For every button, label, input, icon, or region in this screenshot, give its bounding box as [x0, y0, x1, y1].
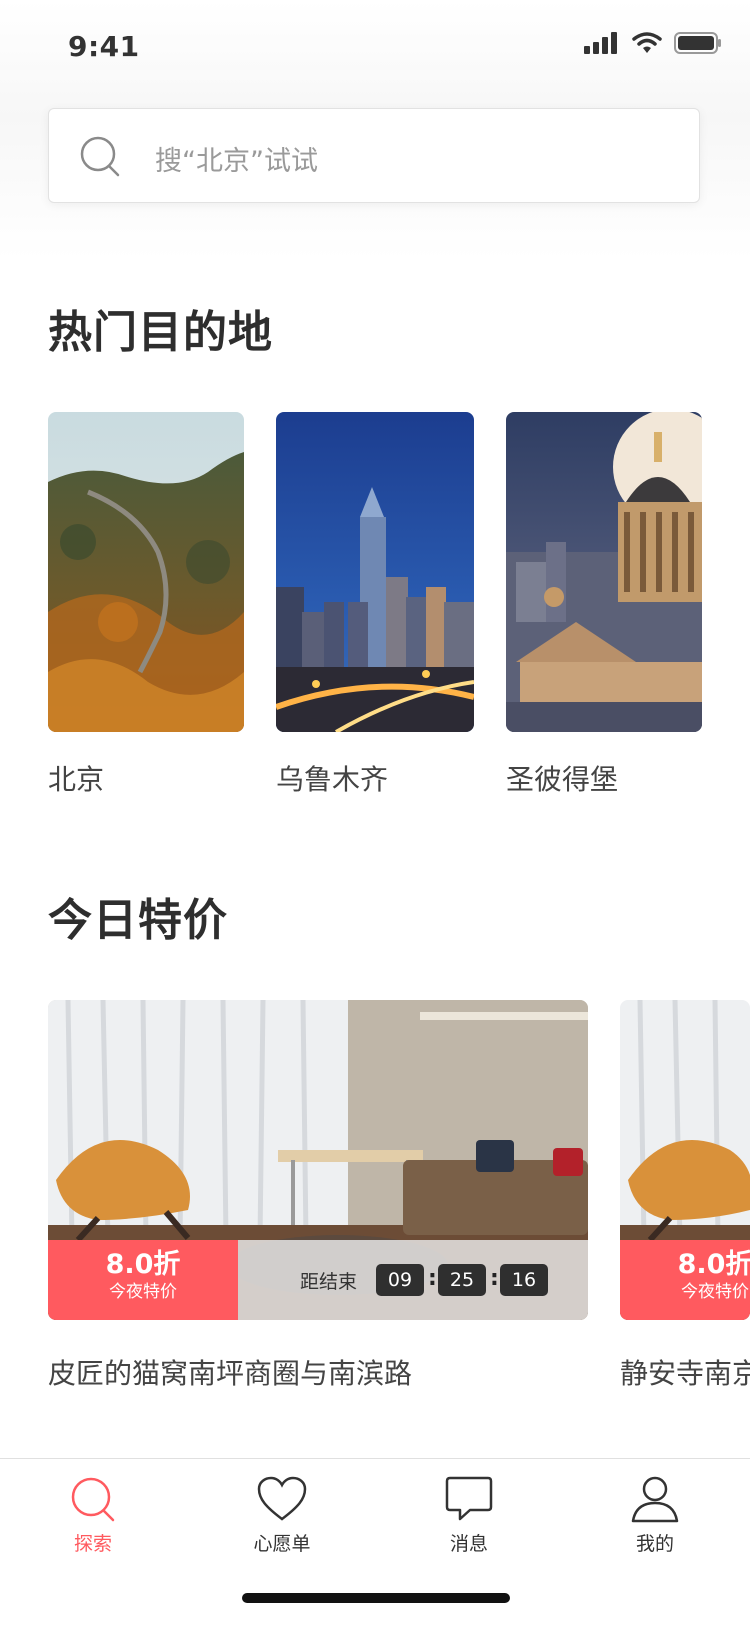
tab-profile[interactable]: 我的 [595, 1475, 715, 1556]
countdown-hours: 09 [376, 1264, 424, 1296]
search-icon [71, 1477, 115, 1522]
cellular-signal-icon [584, 32, 617, 54]
user-icon [631, 1476, 679, 1523]
discount-value: 8.0折 [677, 1249, 750, 1280]
battery-icon [674, 32, 721, 54]
tab-label: 消息 [449, 1533, 488, 1555]
status-bar: 9:41 [0, 0, 750, 90]
destination-card-beijing[interactable] [48, 412, 244, 732]
search-input[interactable]: 搜“北京”试试 [48, 108, 700, 203]
search-icon [80, 136, 120, 177]
countdown-seconds: 16 [500, 1264, 548, 1296]
tab-label: 探索 [73, 1533, 112, 1555]
section-title-destinations: 热门目的地 [48, 307, 273, 358]
deal-title: 皮匠的猫窝南坪商圈与南滨路 [48, 1357, 413, 1390]
discount-badge: 8.0折 今夜特价 [620, 1240, 750, 1320]
destination-image-great-wall [48, 412, 244, 732]
tab-label: 我的 [635, 1533, 674, 1555]
home-indicator [242, 1593, 510, 1603]
heart-icon [257, 1476, 307, 1521]
tab-label: 心愿单 [253, 1533, 311, 1555]
destination-card-saint-petersburg[interactable] [506, 412, 702, 732]
discount-tag: 今夜特价 [109, 1282, 177, 1302]
status-icons [584, 32, 722, 54]
countdown-timer: 距结束 09 : 25 : 16 [238, 1240, 588, 1320]
countdown-label: 距结束 [300, 1271, 358, 1293]
countdown-separator: : [490, 1266, 499, 1291]
tab-messages[interactable]: 消息 [409, 1475, 529, 1556]
discount-badge: 8.0折 今夜特价 [48, 1240, 238, 1320]
destination-name-urumqi: 乌鲁木齐 [276, 763, 389, 796]
status-time: 9:41 [68, 30, 140, 63]
destination-image-cathedral [506, 412, 702, 732]
section-title-deals: 今日特价 [48, 895, 228, 946]
discount-tag: 今夜特价 [681, 1282, 749, 1302]
tab-wishlist[interactable]: 心愿单 [222, 1475, 342, 1556]
deal-card-partial[interactable]: 8.0折 今夜特价 [620, 1000, 750, 1320]
wifi-icon [632, 32, 662, 53]
destination-name-beijing: 北京 [48, 763, 105, 796]
countdown-minutes: 25 [438, 1264, 486, 1296]
deal-card[interactable]: 8.0折 今夜特价 距结束 09 : 25 : 16 [48, 1000, 588, 1320]
deal-title: 静安寺南京 [620, 1357, 750, 1390]
search-placeholder: 搜“北京”试试 [155, 146, 318, 177]
destination-card-urumqi[interactable] [276, 412, 474, 732]
message-icon [445, 1476, 493, 1521]
discount-value: 8.0折 [105, 1249, 181, 1280]
destination-name-saint-petersburg: 圣彼得堡 [506, 763, 619, 796]
countdown-separator: : [428, 1266, 437, 1291]
tab-explore[interactable]: 探索 [33, 1475, 153, 1556]
destination-image-city-skyline [276, 412, 474, 732]
